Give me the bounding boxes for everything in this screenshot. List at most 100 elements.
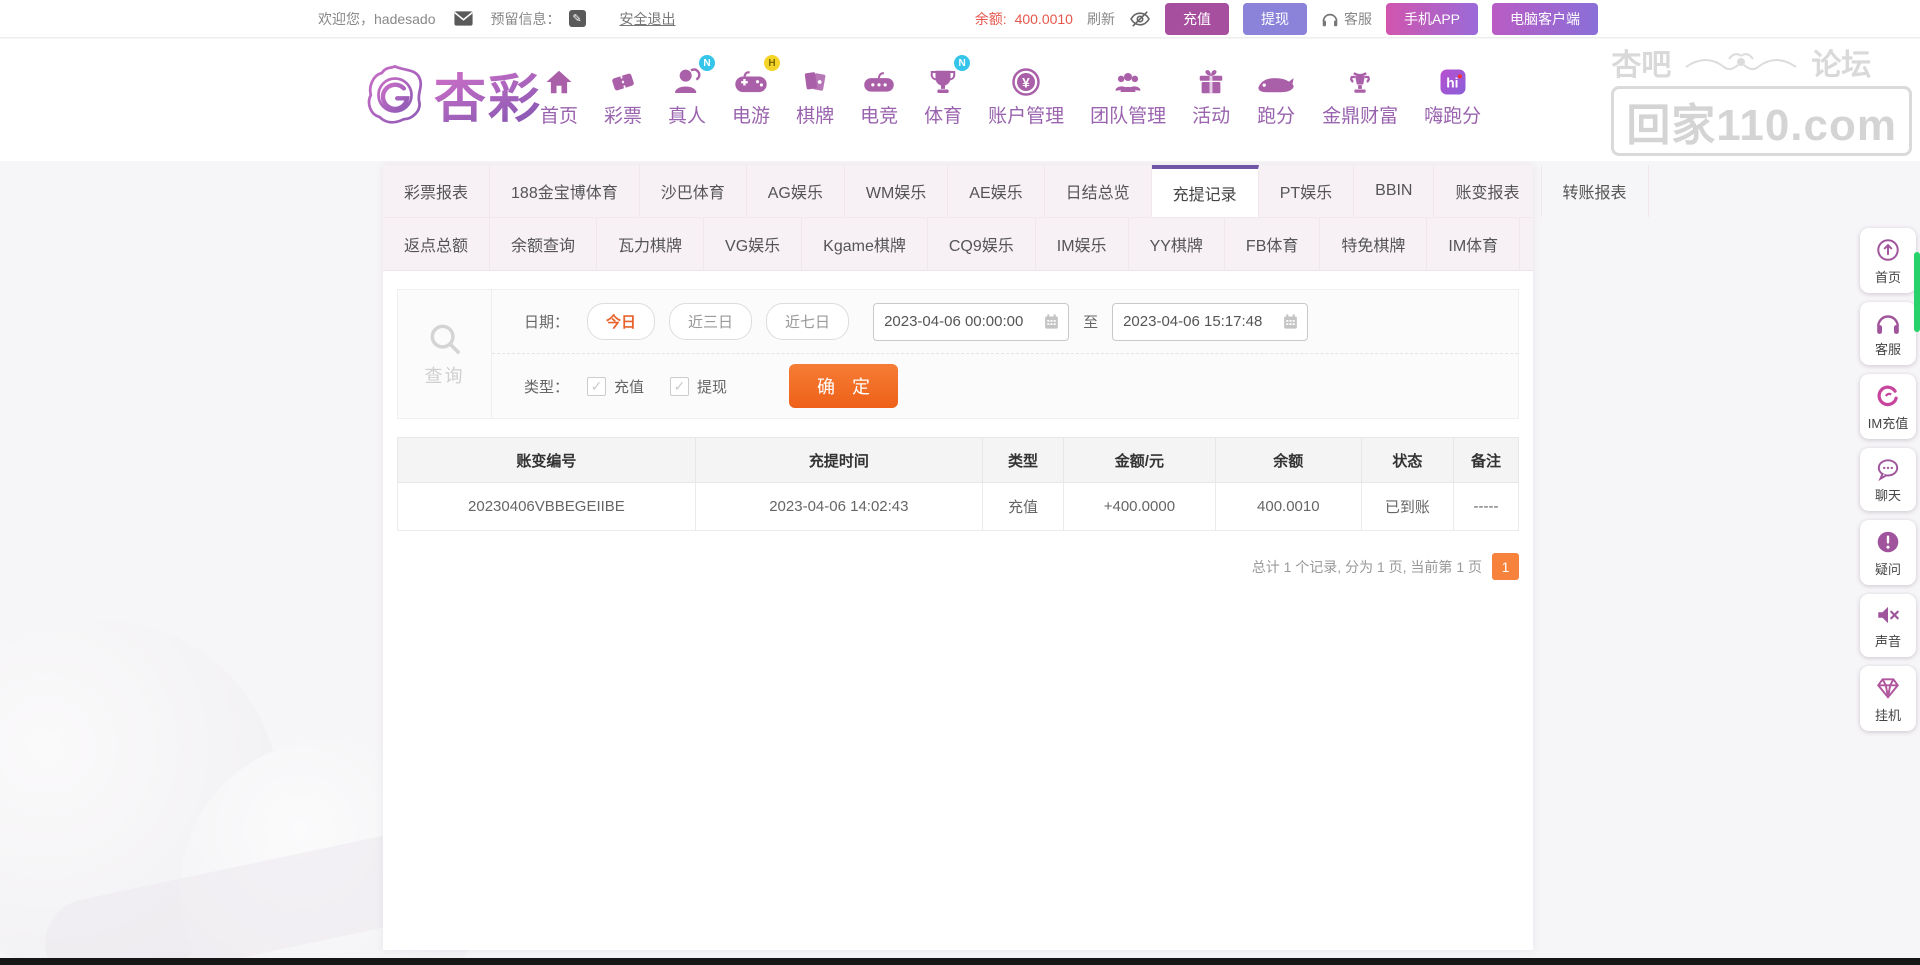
tab-temian-games[interactable]: 特免棋牌: [1320, 218, 1427, 270]
main-navigation: 首页 彩票 N 真人 H 电游: [540, 61, 1507, 128]
nav-item-esports[interactable]: 电竞: [860, 61, 898, 128]
date-to-input[interactable]: 2023-04-06 15:17:48: [1112, 303, 1308, 341]
pagination: 总计 1 个记录, 分为 1 页, 当前第 1 页 1: [397, 553, 1519, 580]
exclamation-icon: [1875, 529, 1901, 555]
nav-item-jinding-wealth[interactable]: 金鼎财富: [1322, 61, 1398, 128]
deposit-checkbox-option[interactable]: ✓ 充值: [587, 376, 644, 397]
tab-saba-sport[interactable]: 沙巴体育: [640, 165, 747, 217]
withdraw-checkbox[interactable]: ✓: [670, 377, 689, 396]
tab-rebate-total[interactable]: 返点总额: [383, 218, 490, 270]
refresh-link[interactable]: 刷新: [1087, 9, 1115, 29]
nav-item-home[interactable]: 首页: [540, 61, 578, 128]
magnifier-icon: [426, 320, 464, 358]
confirm-button[interactable]: 确 定: [789, 364, 898, 408]
floating-sidebar: 首页 客服 IM充值 聊天 疑问 声音 挂机: [1860, 228, 1918, 740]
eye-off-icon[interactable]: [1129, 10, 1151, 28]
nav-item-sports[interactable]: N 体育: [924, 61, 962, 128]
nav-item-live-casino[interactable]: N 真人: [668, 61, 706, 128]
live-person-icon: N: [671, 61, 703, 97]
balance-display: 余额: 400.0010: [975, 9, 1073, 29]
cell-status: 已到账: [1361, 483, 1453, 531]
range-3days-pill[interactable]: 近三日: [669, 303, 752, 340]
team-icon: [1112, 61, 1144, 97]
headset-icon: [1875, 311, 1901, 335]
diamond-icon: [1875, 675, 1901, 701]
tab-fb-sport[interactable]: FB体育: [1225, 218, 1320, 270]
message-envelope-icon[interactable]: [454, 11, 473, 26]
hot-badge: H: [764, 55, 780, 71]
tab-account-change-report[interactable]: 账变报表: [1434, 165, 1541, 217]
nav-item-promotions[interactable]: 活动: [1192, 61, 1230, 128]
pc-client-button[interactable]: 电脑客户端: [1492, 3, 1598, 35]
sidebar-item-im-recharge[interactable]: IM充值: [1860, 374, 1916, 439]
tab-bbin[interactable]: BBIN: [1354, 165, 1434, 217]
hi-app-icon: hi: [1438, 61, 1468, 97]
mute-speaker-icon: [1875, 603, 1901, 627]
sidebar-item-home[interactable]: 首页: [1860, 228, 1916, 293]
page-1-button[interactable]: 1: [1492, 553, 1519, 580]
tab-wm[interactable]: WM娱乐: [845, 165, 948, 217]
logout-link[interactable]: 安全退出: [620, 9, 676, 29]
tab-kgame[interactable]: Kgame棋牌: [802, 218, 928, 270]
welcome-text: 欢迎您，hadesado: [318, 9, 436, 29]
balance-label: 余额:: [975, 11, 1007, 27]
deposit-checkbox[interactable]: ✓: [587, 377, 606, 396]
tab-im-casino[interactable]: IM娱乐: [1036, 218, 1129, 270]
header-account-change-id: 账变编号: [398, 438, 696, 483]
sidebar-item-service[interactable]: 客服: [1860, 302, 1916, 365]
range-today-pill[interactable]: 今日: [587, 303, 655, 340]
tab-188-sport[interactable]: 188金宝博体育: [490, 165, 640, 217]
tab-transfer-report[interactable]: 转账报表: [1542, 165, 1649, 217]
sidebar-item-afk[interactable]: 挂机: [1860, 666, 1916, 731]
sidebar-item-question[interactable]: 疑问: [1860, 520, 1916, 585]
new-badge: N: [699, 55, 715, 71]
mobile-app-button[interactable]: 手机APP: [1386, 3, 1478, 35]
deposit-button[interactable]: 充值: [1165, 3, 1229, 35]
scrollbar-thumb[interactable]: [1914, 252, 1920, 332]
nav-item-slots[interactable]: H 电游: [732, 61, 770, 128]
withdraw-checkbox-option[interactable]: ✓ 提现: [670, 376, 727, 397]
header-balance: 余额: [1215, 438, 1361, 483]
top-bar: 欢迎您，hadesado 预留信息： ✎ 安全退出 余额: 400.0010 刷…: [0, 0, 1920, 38]
edit-pencil-icon[interactable]: ✎: [569, 10, 586, 27]
customer-service-link[interactable]: 客服: [1321, 9, 1372, 29]
nav-item-lottery[interactable]: 彩票: [604, 61, 642, 128]
tab-vg[interactable]: VG娱乐: [704, 218, 802, 270]
cards-icon: [801, 61, 829, 97]
header-time: 充提时间: [695, 438, 982, 483]
withdraw-button[interactable]: 提现: [1243, 3, 1307, 35]
nav-item-team-management[interactable]: 团队管理: [1090, 61, 1166, 128]
calendar-icon[interactable]: [1043, 313, 1060, 330]
tab-lottery-report[interactable]: 彩票报表: [383, 165, 490, 217]
balance-value: 400.0010: [1015, 11, 1073, 27]
date-filter-row: 日期： 今日 近三日 近七日 2023-04-06 00:00:00 至 202…: [492, 290, 1518, 354]
nav-item-paofen[interactable]: 跑分: [1256, 61, 1296, 128]
nav-item-board-games[interactable]: 棋牌: [796, 61, 834, 128]
header-type: 类型: [982, 438, 1063, 483]
cell-amount: +400.0000: [1064, 483, 1216, 531]
tab-daily-summary[interactable]: 日结总览: [1045, 165, 1152, 217]
header-amount: 金额/元: [1064, 438, 1216, 483]
sidebar-item-sound[interactable]: 声音: [1860, 594, 1916, 657]
calendar-icon[interactable]: [1282, 313, 1299, 330]
cell-account-change-id: 20230406VBBEGEIIBE: [398, 483, 696, 531]
tab-im-sport[interactable]: IM体育: [1427, 218, 1520, 270]
tab-wali-games[interactable]: 瓦力棋牌: [597, 218, 704, 270]
nav-item-account-management[interactable]: ¥ 账户管理: [988, 61, 1064, 128]
range-7days-pill[interactable]: 近七日: [766, 303, 849, 340]
tab-ae[interactable]: AE娱乐: [948, 165, 1044, 217]
rhino-icon: [1256, 61, 1296, 97]
date-from-input[interactable]: 2023-04-06 00:00:00: [873, 303, 1069, 341]
tab-balance-query[interactable]: 余额查询: [490, 218, 597, 270]
esports-gamepad-icon: [863, 61, 895, 97]
brand-logo[interactable]: 杏彩: [362, 57, 542, 132]
brand-emblem-icon: [362, 62, 428, 128]
nav-item-hi-paofen[interactable]: hi 嗨跑分: [1424, 61, 1481, 128]
sidebar-item-chat[interactable]: 聊天: [1860, 448, 1916, 511]
tab-pt[interactable]: PT娱乐: [1259, 165, 1354, 217]
tab-cq9[interactable]: CQ9娱乐: [928, 218, 1036, 270]
tab-yy-games[interactable]: YY棋牌: [1129, 218, 1225, 270]
tab-ag[interactable]: AG娱乐: [747, 165, 845, 217]
svg-text:¥: ¥: [1022, 75, 1030, 90]
tab-deposit-withdraw-records[interactable]: 充提记录: [1152, 165, 1259, 217]
